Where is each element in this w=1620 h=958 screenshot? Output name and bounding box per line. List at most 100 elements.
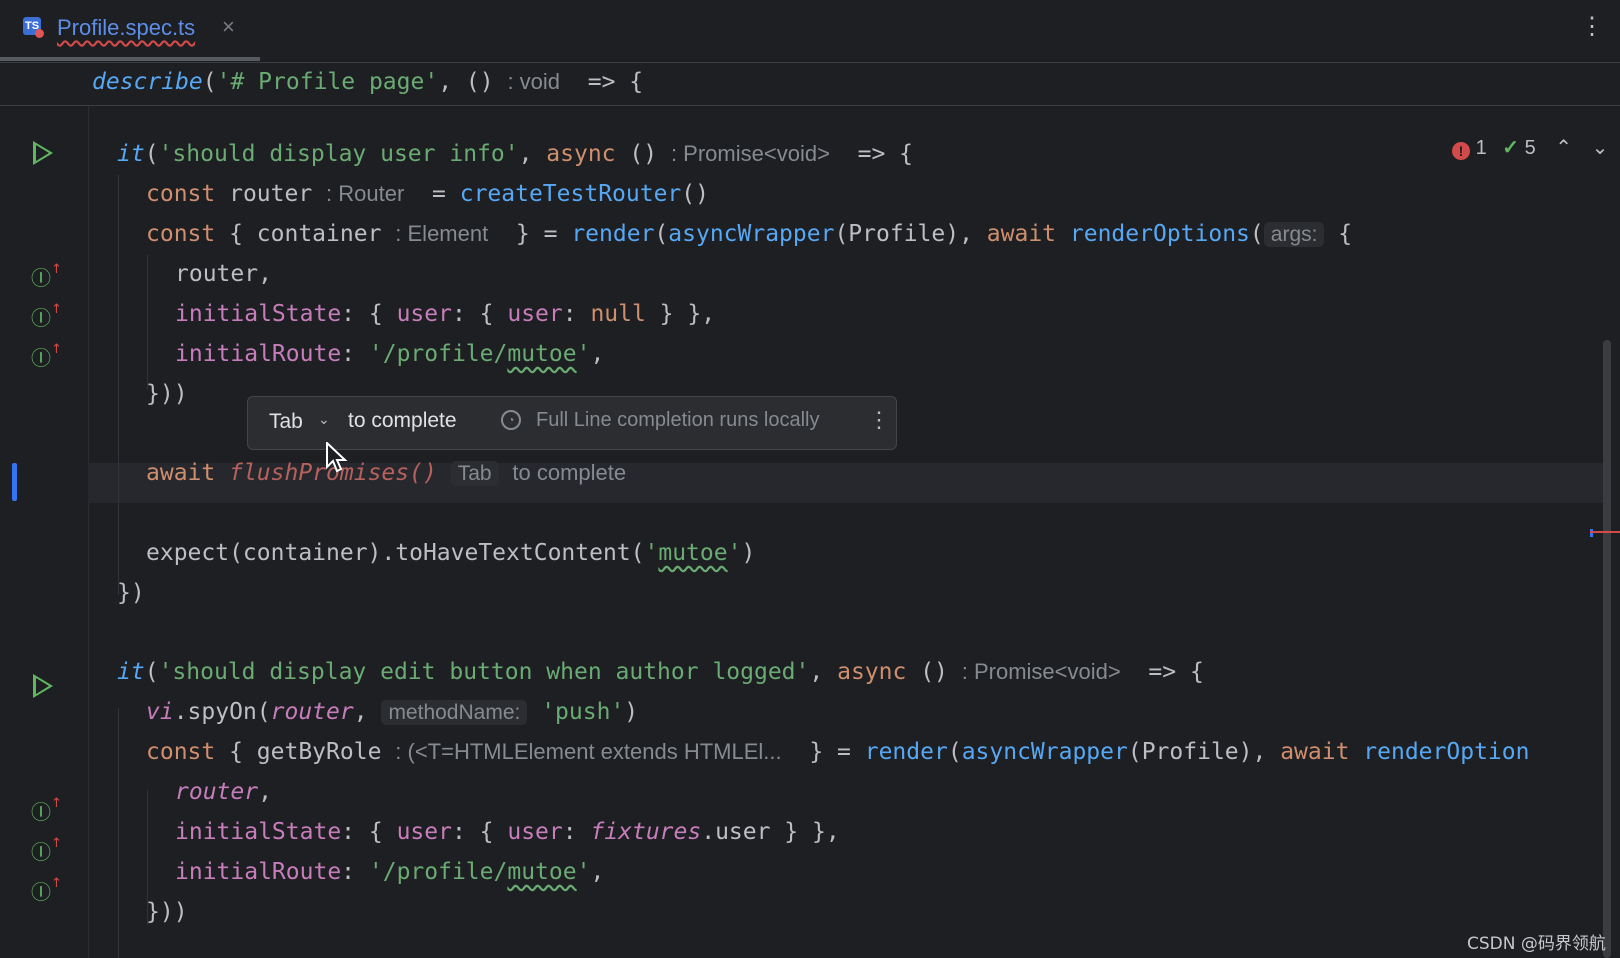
fixtures-object: fixtures [590,819,702,845]
await-keyword: await [1280,739,1350,765]
type-hint: : void [507,69,561,94]
spyon-call: .spyOn( [173,699,271,725]
string: ' [644,540,659,566]
code-line: initialState: { user: { user: fixtures.u… [175,817,840,847]
chevron-down-icon[interactable]: ⌄ [318,411,330,428]
function-call: asyncWrapper [668,221,835,247]
property: user [396,819,452,845]
assign: } = [795,739,865,765]
implements-icon[interactable]: Ⓘ↑ [31,796,62,825]
paren: ( [144,659,159,685]
variable: router [270,699,354,725]
next-problem-icon[interactable]: ⌄ [1592,137,1609,159]
property: initialRoute [175,341,342,367]
implements-icon[interactable]: Ⓘ↑ [31,302,62,331]
error-badge-icon [35,29,44,38]
type-hint: : Router [326,181,405,206]
close-tab-icon[interactable]: × [222,14,235,40]
comma: , [809,659,838,685]
param-hint: args: [1263,222,1325,247]
completion-key-dropdown[interactable]: Tab [269,410,303,434]
error-stripe-marker[interactable] [1590,531,1620,533]
arrow: => { [573,69,644,95]
string: ' [576,859,591,885]
type-hint: : Promise<void> [670,141,830,166]
sticky-scope-line[interactable]: describe('# Profile page', () : void => … [0,63,1620,160]
paren: ( [202,69,217,95]
it-call: it [117,141,145,167]
args: (Profile), [1127,739,1281,765]
watermark: CSDN @码界领航 [1467,934,1606,954]
test-title: 'should display user info' [158,141,519,167]
implements-icon[interactable]: Ⓘ↑ [31,342,62,371]
indent-guide [118,175,119,595]
test-title: 'should display edit button when author … [158,659,810,685]
code-line: initialRoute: '/profile/mutoe', [175,857,604,887]
error-count: 1 [1475,137,1487,159]
code-line: it('should display user info', async () … [117,139,913,169]
paren: ( [947,739,962,765]
implements-icon[interactable]: Ⓘ↑ [31,836,62,865]
popup-more-icon[interactable]: ⋮ [868,407,890,433]
code-line: vi.spyOn(router, methodName: 'push') [146,697,638,728]
paren: ) [624,699,639,725]
async-keyword: async [546,141,616,167]
property: initialState [175,819,342,845]
implements-icon[interactable]: Ⓘ↑ [31,876,62,905]
completion-info-text: Full Line completion runs locally [536,409,820,431]
run-test-icon[interactable] [33,141,53,165]
code-line: })) [146,899,188,925]
error-icon: ! [1452,142,1470,160]
property: user [396,301,452,327]
comma: , [590,341,605,367]
code-line: initialRoute: '/profile/mutoe', [175,339,604,369]
tab-key-hint: Tab [450,461,499,486]
code-line: const { getByRole : (<T=HTMLElement exte… [146,737,1529,767]
await-keyword: await [986,221,1057,247]
destructure: { container [215,221,382,247]
tab-title[interactable]: Profile.spec.ts [57,15,195,41]
function-call: render [571,221,655,247]
type-hint: : Element [395,221,489,246]
type-hint: : (<T=HTMLElement extends HTMLEl... [395,739,782,764]
args: , () [438,69,494,95]
describe-call: describe [92,69,203,95]
punct: : { [341,301,397,327]
function-call: render [864,739,948,765]
string: 'push' [541,699,625,725]
property: initialState [175,301,342,327]
brace: { [1324,221,1353,247]
implements-icon[interactable]: Ⓘ↑ [31,262,62,291]
function-call: renderOptions [1069,221,1250,247]
tab-profile-spec[interactable]: TS Profile.spec.ts × [0,0,260,62]
destructure: { getByRole [215,739,382,765]
comma: , [590,859,605,885]
paren: ( [1249,221,1264,247]
typo-string: mutoe [507,859,577,885]
check-icon: ✓ [1502,137,1520,159]
const-keyword: const [146,181,216,207]
args: (Profile), [834,221,987,247]
punct: : { [451,301,508,327]
variable: router [215,181,313,207]
vi-object: vi [146,699,174,725]
paren: ) [741,540,756,566]
punct: : [341,859,369,885]
arrow: => { [1134,659,1204,685]
code-line: await flushPromises() Tab to complete [146,458,626,489]
more-options-icon[interactable]: ⋮ [1580,12,1604,41]
inspection-widget[interactable]: ! 1 ✓ 5 ⌃ ⌄ [1452,135,1608,160]
editor-tab-bar: TS Profile.spec.ts × ⋮ [0,0,1620,63]
sticky-code: describe('# Profile page', () : void => … [92,67,643,97]
completion-hint: to complete [512,460,627,485]
prev-problem-icon[interactable]: ⌃ [1555,137,1572,159]
function-call: createTestRouter [459,181,682,207]
typo-string: mutoe [658,540,728,566]
punct: : { [451,819,508,845]
run-test-icon[interactable] [33,674,53,698]
code-line: const router : Router = createTestRouter… [146,179,709,209]
property: user [507,301,563,327]
comma: , [353,699,382,725]
active-tab-indicator [0,57,260,61]
vertical-scrollbar[interactable] [1603,340,1611,958]
